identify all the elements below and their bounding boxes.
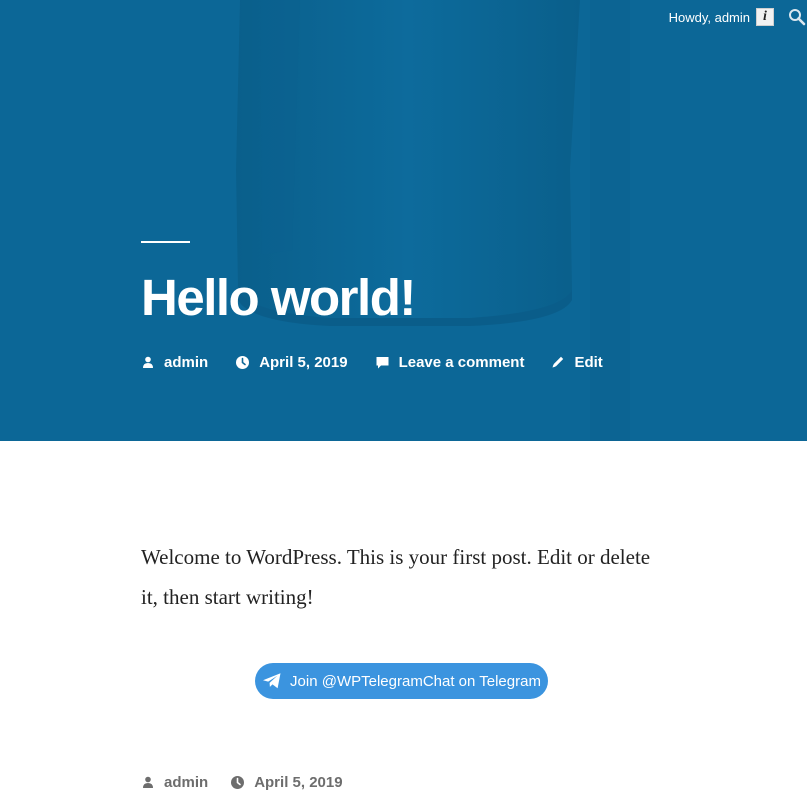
post-title: Hello world!: [141, 269, 416, 326]
leave-comment-link[interactable]: Leave a comment: [399, 354, 525, 371]
join-telegram-button[interactable]: Join @WPTelegramChat on Telegram: [255, 663, 548, 699]
meta-comments: Leave a comment: [375, 354, 525, 371]
clock-icon: [231, 775, 245, 789]
post-header-hero: Howdy, admin i Hello world! admin April …: [0, 0, 807, 441]
clock-icon: [236, 355, 250, 369]
meta-edit: Edit: [551, 354, 603, 371]
user-icon: [143, 356, 153, 368]
user-icon: [143, 776, 153, 788]
admin-avatar[interactable]: i: [756, 8, 774, 26]
meta-author: admin: [141, 354, 208, 371]
date-link[interactable]: April 5, 2019: [259, 354, 347, 371]
post-footer-meta: admin April 5, 2019: [141, 770, 365, 794]
join-telegram-label: Join @WPTelegramChat on Telegram: [290, 672, 541, 690]
footer-meta-author: admin: [141, 774, 208, 791]
search-icon[interactable]: [788, 8, 806, 26]
admin-bar: Howdy, admin i: [669, 6, 807, 28]
post-meta: admin April 5, 2019 Leave a comment Edit: [141, 350, 630, 374]
edit-post-link[interactable]: Edit: [574, 354, 602, 371]
post-content: Welcome to WordPress. This is your first…: [141, 545, 651, 609]
telegram-plane-icon: [263, 673, 281, 689]
howdy-admin-link[interactable]: Howdy, admin: [669, 10, 750, 25]
comment-icon: [376, 356, 389, 368]
author-link[interactable]: admin: [164, 354, 208, 371]
title-divider: [141, 241, 190, 243]
footer-author-link[interactable]: admin: [164, 774, 208, 791]
footer-date-link[interactable]: April 5, 2019: [254, 774, 342, 791]
featured-image-tshirt: [0, 0, 807, 441]
meta-date: April 5, 2019: [235, 354, 348, 371]
pencil-icon: [552, 356, 564, 368]
footer-meta-date: April 5, 2019: [230, 774, 343, 791]
